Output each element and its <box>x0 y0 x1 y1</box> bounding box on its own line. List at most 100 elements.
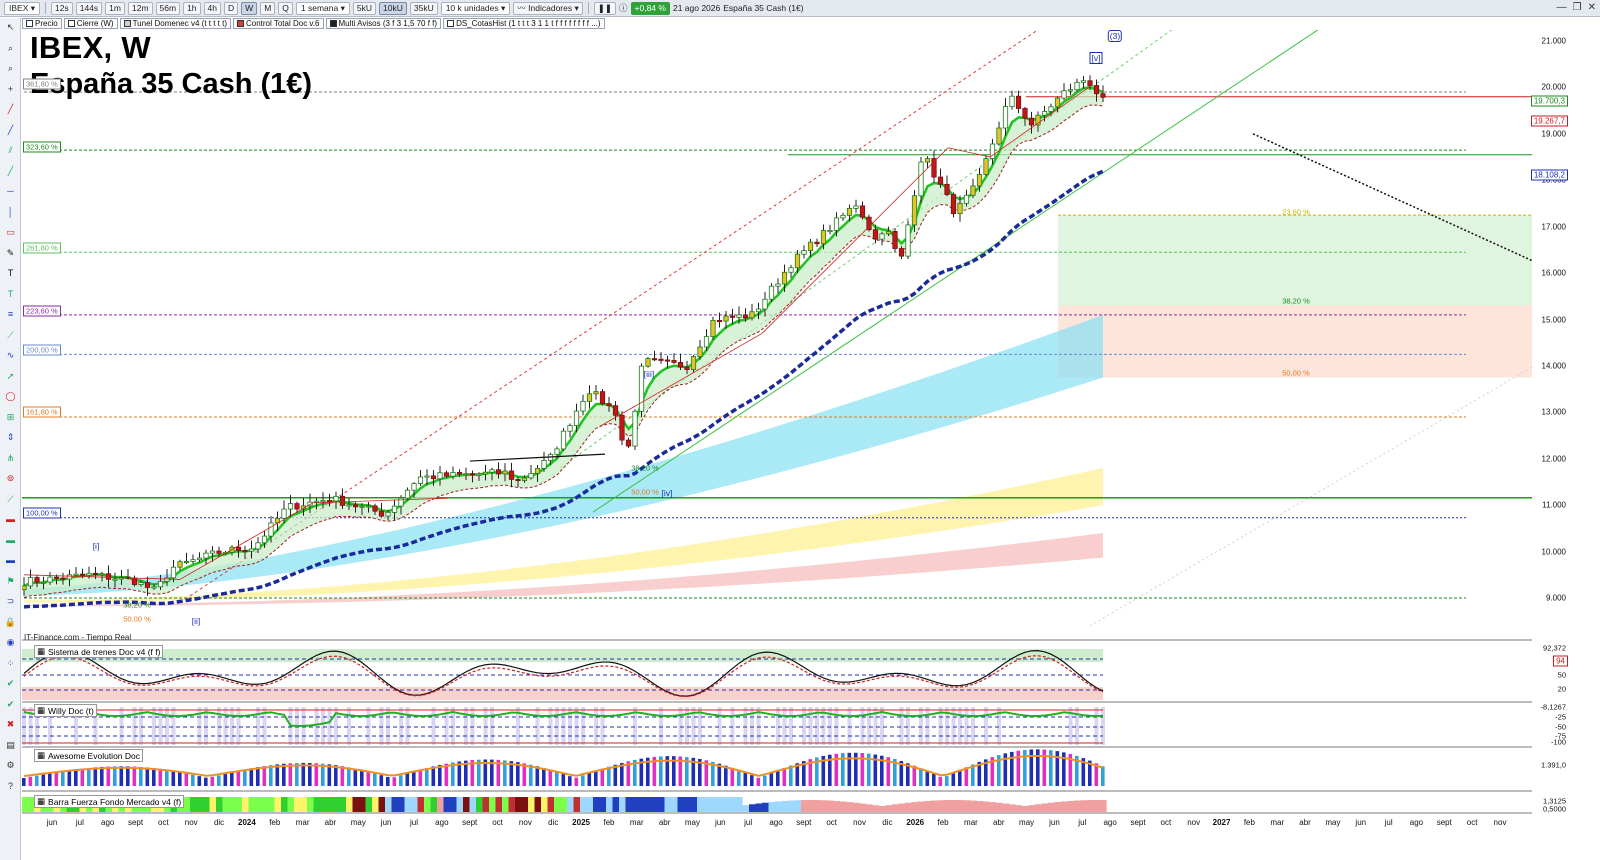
panel-menu-icon[interactable]: ▦ <box>37 750 45 761</box>
vline-icon[interactable]: │ <box>4 207 17 218</box>
lock-icon[interactable]: 🔒 <box>4 617 17 628</box>
pause-button[interactable]: ❚❚ <box>593 1 617 15</box>
indicator-tag[interactable]: Cierre (W) <box>63 18 118 29</box>
indicator-panel-label[interactable]: ▦ Barra Fuerza Fondo Mercado v4 (f) <box>34 795 185 808</box>
ray-icon[interactable]: ╱ <box>4 166 17 177</box>
layers-icon[interactable]: ▤ <box>4 740 17 751</box>
indicator-tag[interactable]: Control Total Doc v.6 <box>232 18 324 29</box>
units-10ku[interactable]: 10kU <box>379 1 407 15</box>
panel4-bar <box>976 800 984 812</box>
units-dropdown[interactable]: 10 k unidades ▾ <box>440 1 511 15</box>
panel-menu-icon[interactable]: ▦ <box>37 646 45 657</box>
panel3-bar <box>1036 749 1040 786</box>
symbol-dropdown[interactable]: IBEX ▾ <box>4 1 41 15</box>
minimize-icon[interactable]: — <box>1557 2 1567 13</box>
panel-menu-icon[interactable]: ▦ <box>37 705 45 716</box>
indicator-panel-label[interactable]: ▦ Sistema de trenes Doc v4 (f f) <box>34 645 164 658</box>
candle-body <box>450 472 456 477</box>
indicator-tag[interactable]: Precio <box>22 18 62 29</box>
indicator-tag[interactable]: Multi Avisos (3 f 3 1,5 70 f f) <box>325 18 442 29</box>
panel4-bar <box>749 804 756 812</box>
timeframe-w[interactable]: W <box>241 1 258 15</box>
indicator-tag[interactable]: Tunel Domenec v4 (t t t t t) <box>119 18 231 29</box>
hline-icon[interactable]: ─ <box>4 186 17 197</box>
check-icon[interactable]: ✔ <box>4 678 17 689</box>
period-dropdown[interactable]: 1 semana ▾ <box>295 1 350 15</box>
arrow-icon[interactable]: ➚ <box>4 371 17 382</box>
candle-body <box>619 414 625 441</box>
units-35ku[interactable]: 35kU <box>409 1 438 15</box>
eye-icon[interactable]: ◉ <box>4 637 17 648</box>
panel3-bar <box>223 773 228 786</box>
channel-icon[interactable]: ⫽ <box>4 145 17 156</box>
close-icon[interactable]: ✕ <box>1588 2 1596 13</box>
elliott-icon[interactable]: ∿ <box>4 350 17 361</box>
timeframe-1m[interactable]: 1m <box>105 1 125 15</box>
crosshair-icon[interactable]: + <box>4 84 17 95</box>
fib-fan-icon[interactable]: ⟋ <box>4 330 17 341</box>
label-icon[interactable]: T <box>4 289 17 300</box>
marker-green-icon[interactable]: ▬ <box>4 535 17 546</box>
panel3-bar <box>750 775 754 786</box>
panel4-bar <box>554 797 561 812</box>
info-icon[interactable]: ⓘ <box>619 2 628 14</box>
help-icon[interactable]: ? <box>4 781 17 792</box>
indicator-panel-label[interactable]: ▦ Awesome Evolution Doc <box>34 749 144 762</box>
elliott-wave-label: [v] <box>1089 52 1103 64</box>
timeframe-d[interactable]: D <box>224 1 239 15</box>
cycle-icon[interactable]: ⊚ <box>4 473 17 484</box>
cursor-icon[interactable]: ↖ <box>4 22 17 33</box>
panel4-bar <box>1048 802 1055 812</box>
candle-body <box>404 489 411 499</box>
timeframe-q[interactable]: Q <box>278 1 293 15</box>
check2-icon[interactable]: ✔ <box>4 699 17 710</box>
timeframe-1h[interactable]: 1h <box>183 1 201 15</box>
indicator-tag-label: Multi Avisos (3 f 3 1,5 70 f f) <box>338 19 438 28</box>
candle-body <box>560 430 567 450</box>
marker-red-icon[interactable]: ▬ <box>4 514 17 525</box>
timeframe-56m[interactable]: 56m <box>155 1 181 15</box>
panel3-bar <box>412 771 416 786</box>
timeframe-144s[interactable]: 144s <box>75 1 103 15</box>
timeframe-12s[interactable]: 12s <box>51 1 73 15</box>
zoom-out-icon[interactable]: ⌕ <box>4 63 17 74</box>
candle-body <box>703 336 710 348</box>
y-axis-tick: 16.000 <box>1541 268 1566 278</box>
timeframe-4h[interactable]: 4h <box>203 1 222 15</box>
timeframe-12m[interactable]: 12m <box>127 1 153 15</box>
trash-icon[interactable]: ✖ <box>4 719 17 730</box>
y-axis-tick: 11.000 <box>1542 500 1566 510</box>
magnet-icon[interactable]: ⊃ <box>4 596 17 607</box>
panel-menu-icon[interactable]: ▦ <box>37 796 45 807</box>
regression-icon[interactable]: ⟋ <box>4 494 17 505</box>
rectangle-icon[interactable]: ▭ <box>4 227 17 238</box>
gann-icon[interactable]: ⊞ <box>4 412 17 423</box>
trendline-icon[interactable]: ╱ <box>4 104 17 115</box>
pitchfork-icon[interactable]: ⋔ <box>4 453 17 464</box>
text-icon[interactable]: T <box>4 268 17 279</box>
pencil-icon[interactable]: ✎ <box>4 248 17 259</box>
ellipse-icon[interactable]: ◯ <box>4 391 17 402</box>
chart-canvas[interactable] <box>22 30 1532 820</box>
candle-body <box>521 477 528 481</box>
alert-icon[interactable]: ⚑ <box>4 576 17 587</box>
candle-body <box>60 577 66 580</box>
panel2-bar <box>217 707 221 745</box>
candle-body <box>1093 85 1100 95</box>
maximize-icon[interactable]: ❐ <box>1573 2 1582 13</box>
timeframe-m[interactable]: M <box>260 1 276 15</box>
settings-icon[interactable]: ⚙ <box>4 760 17 771</box>
fib-icon[interactable]: ≡ <box>4 309 17 320</box>
zoom-icon[interactable]: ⌕ <box>4 43 17 54</box>
panel4-bar <box>216 797 223 812</box>
marker-blue-icon[interactable]: ▬ <box>4 555 17 566</box>
units-5ku[interactable]: 5kU <box>352 1 377 15</box>
indicator-tag[interactable]: DS_CotasHist (1 t t t 3 1 1 t f f f f f … <box>443 18 605 29</box>
retracement-label: 50,00 % <box>1282 368 1310 378</box>
dots-icon[interactable]: ⁘ <box>4 658 17 669</box>
trendline-blue-icon[interactable]: ╱ <box>4 125 17 136</box>
fib-level-label: 223,60 % <box>23 305 61 317</box>
indicator-panel-label[interactable]: ▦ Willy Doc (t) <box>34 704 97 717</box>
measure-icon[interactable]: ⇕ <box>4 432 17 443</box>
indicators-button[interactable]: 〰 Indicadores ▾ <box>513 1 583 15</box>
